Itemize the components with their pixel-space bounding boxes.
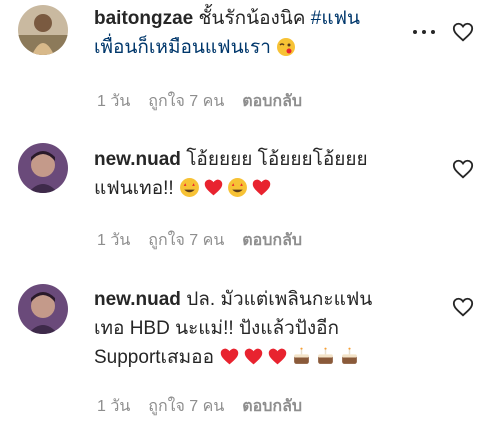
- like-heart-icon[interactable]: [452, 21, 474, 43]
- cake-icon: [339, 346, 360, 376]
- cake-icon: [291, 346, 312, 376]
- comment-username[interactable]: new.nuad: [94, 289, 181, 310]
- avatar[interactable]: [18, 5, 68, 55]
- reply-button[interactable]: ตอบกลับ: [242, 93, 302, 110]
- like-heart-icon[interactable]: [452, 296, 474, 318]
- reply-button[interactable]: ตอบกลับ: [242, 232, 302, 249]
- star-struck-icon: [227, 177, 248, 207]
- more-options-icon[interactable]: [413, 27, 435, 37]
- like-count[interactable]: ถูกใจ 7 คน: [148, 398, 224, 415]
- comment-meta: 1 วัน ถูกใจ 7 คน ตอบกลับ: [97, 89, 320, 114]
- comment-username[interactable]: new.nuad: [94, 149, 181, 170]
- star-struck-icon: [179, 177, 200, 207]
- comment-meta: 1 วัน ถูกใจ 7 คน ตอบกลับ: [97, 394, 320, 419]
- comment-body: new.nuad ปล. มัวแต่เพลินกะแฟน เทอ HBD นะ…: [94, 285, 434, 376]
- comment-time: 1 วัน: [97, 93, 131, 110]
- winking-face-kiss-icon: [276, 37, 296, 66]
- avatar[interactable]: [18, 284, 68, 334]
- comment-body: baitongzae ชั้นรักน้องนิค #แฟน เพื่อนก็เ…: [94, 4, 434, 66]
- comment-username[interactable]: baitongzae: [94, 8, 193, 29]
- avatar-photo-icon: [18, 143, 68, 193]
- comment-text: ปล. มัวแต่เพลินกะแฟน: [180, 289, 373, 310]
- like-count[interactable]: ถูกใจ 7 คน: [148, 232, 224, 249]
- like-heart-icon[interactable]: [452, 158, 474, 180]
- red-heart-icon: [243, 346, 264, 376]
- hashtag-link[interactable]: เพื่อนก็เหมือนแฟนเรา: [94, 37, 271, 58]
- avatar-photo-icon: [18, 5, 68, 55]
- comment-meta: 1 วัน ถูกใจ 7 คน ตอบกลับ: [97, 228, 320, 253]
- comment-text: ชั้นรักน้องนิค: [193, 8, 311, 29]
- cake-icon: [315, 346, 336, 376]
- red-heart-icon: [219, 346, 240, 376]
- like-count[interactable]: ถูกใจ 7 คน: [148, 93, 224, 110]
- reply-button[interactable]: ตอบกลับ: [242, 398, 302, 415]
- comment-body: new.nuad โอ้ยยยย โอ้ยยยโอ้ยยย แฟนเทอ!!: [94, 145, 434, 207]
- comment-text: Supportเสมออ: [94, 347, 220, 368]
- avatar-photo-icon: [18, 284, 68, 334]
- comment-text: โอ้ยยยย โอ้ยยยโอ้ยยย: [180, 149, 368, 170]
- comment-time: 1 วัน: [97, 232, 131, 249]
- red-heart-icon: [251, 177, 272, 207]
- comment-text: แฟนเทอ!!: [94, 178, 179, 199]
- comment-time: 1 วัน: [97, 398, 131, 415]
- comment-text: เทอ HBD นะแม่!! ปังแล้วปังอีก: [94, 318, 340, 339]
- avatar[interactable]: [18, 143, 68, 193]
- red-heart-icon: [267, 346, 288, 376]
- hashtag-link[interactable]: #แฟน: [311, 8, 360, 29]
- red-heart-icon: [203, 177, 224, 207]
